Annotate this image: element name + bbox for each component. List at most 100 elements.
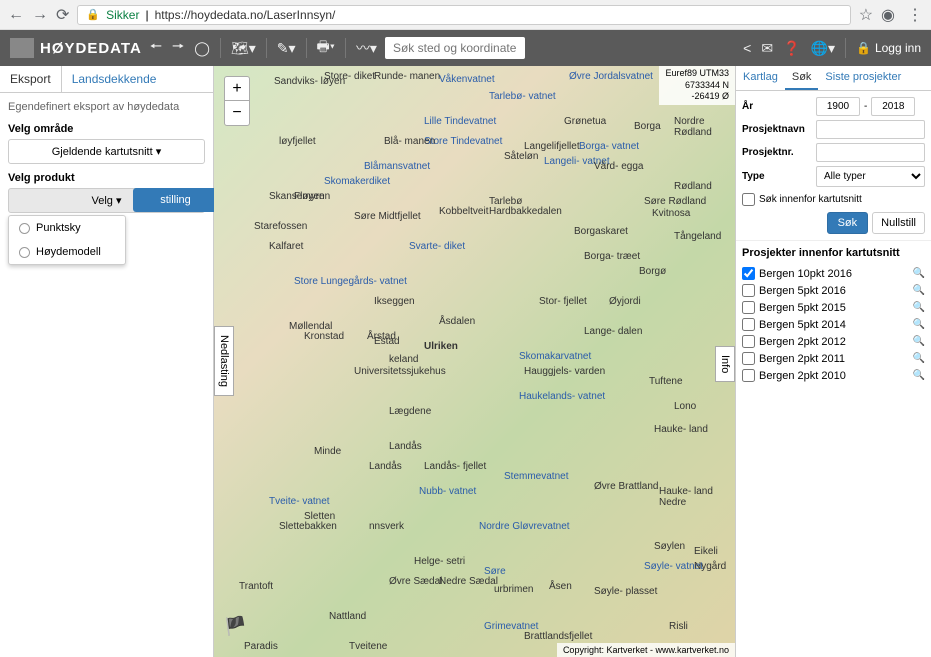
mail-icon[interactable]: ✉ bbox=[761, 40, 773, 57]
print-icon[interactable]: 🖶▾ bbox=[317, 36, 335, 60]
sok-innenfor-label: Søk innenfor kartutsnitt bbox=[759, 194, 862, 205]
tab-sok[interactable]: Søk bbox=[785, 66, 819, 90]
share-icon[interactable]: < bbox=[743, 40, 751, 56]
map-label: Nedre Sædal bbox=[439, 576, 498, 587]
project-checkbox[interactable] bbox=[742, 301, 755, 314]
bestilling-button[interactable]: stilling bbox=[133, 188, 218, 212]
url-bar[interactable]: 🔒 Sikker | https://hoydedata.no/LaserInn… bbox=[77, 5, 850, 25]
option-hoydemodell[interactable]: Høydemodell bbox=[9, 240, 125, 264]
zoom-in-button[interactable]: + bbox=[225, 77, 249, 101]
project-item[interactable]: Bergen 5pkt 2015🔍 bbox=[742, 299, 925, 316]
url-text: https://hoydedata.no/LaserInnsyn/ bbox=[155, 8, 336, 22]
map-label: løyfjellet bbox=[279, 136, 316, 147]
project-item[interactable]: Bergen 5pkt 2016 🔍 bbox=[742, 282, 925, 299]
info-tab[interactable]: Info bbox=[715, 346, 735, 382]
star-icon[interactable]: ☆ bbox=[859, 5, 873, 25]
tab-landsdekkende[interactable]: Landsdekkende bbox=[62, 66, 167, 92]
target-icon[interactable]: ◯ bbox=[194, 40, 210, 57]
globe-icon[interactable]: 🌐▾ bbox=[811, 40, 835, 57]
map-label: Øyjordi bbox=[609, 296, 641, 307]
map-label: Estad bbox=[374, 336, 400, 347]
map-label: nnsverk bbox=[369, 521, 404, 532]
map-label: Sletten bbox=[304, 511, 335, 522]
map-label: Lono bbox=[674, 401, 696, 412]
coord-north: 6733344 N bbox=[665, 80, 729, 92]
zoom-to-icon[interactable]: 🔍 bbox=[913, 285, 925, 296]
back-icon[interactable]: ← bbox=[8, 6, 24, 24]
project-checkbox[interactable] bbox=[742, 335, 755, 348]
map-label: Minde bbox=[314, 446, 341, 457]
zoom-to-icon[interactable]: 🔍 bbox=[913, 353, 925, 364]
project-checkbox[interactable] bbox=[742, 284, 755, 297]
prosjektnavn-input[interactable] bbox=[816, 120, 925, 139]
draw-icon[interactable]: ✎▾ bbox=[277, 40, 296, 57]
year-to-input[interactable] bbox=[871, 97, 915, 116]
help-icon[interactable]: ❓ bbox=[783, 40, 800, 57]
map-label: Øvre Brattland bbox=[594, 481, 658, 492]
separator bbox=[345, 38, 346, 58]
project-checkbox[interactable] bbox=[742, 352, 755, 365]
type-select[interactable]: Alle typer bbox=[816, 166, 925, 187]
zoom-to-icon[interactable]: 🔍 bbox=[913, 370, 925, 381]
left-panel: Eksport Landsdekkende Egendefinert ekspo… bbox=[0, 66, 214, 657]
map-label: Møllendal bbox=[289, 321, 332, 332]
map-label: Runde- manen bbox=[374, 71, 440, 82]
label-velg-omrade: Velg område bbox=[8, 123, 205, 135]
tab-siste[interactable]: Siste prosjekter bbox=[818, 66, 908, 90]
brand-logo[interactable]: HØYDEDATA bbox=[10, 38, 142, 58]
logo-icon bbox=[10, 38, 34, 58]
project-checkbox[interactable] bbox=[742, 369, 755, 382]
sok-button[interactable]: Søk bbox=[827, 212, 869, 234]
map-label: Langeli- vatnet bbox=[544, 156, 610, 167]
extension-icon[interactable]: ◉ bbox=[881, 5, 895, 25]
zoom-to-icon[interactable]: 🔍 bbox=[913, 336, 925, 347]
sok-innenfor-checkbox[interactable] bbox=[742, 193, 755, 206]
map-label: Tarlebø bbox=[489, 196, 522, 207]
reload-icon[interactable]: ⟳ bbox=[56, 5, 69, 25]
search-input[interactable] bbox=[385, 37, 525, 59]
login-button[interactable]: 🔒 Logg inn bbox=[856, 41, 921, 55]
arrow-right-icon[interactable]: 🠖 bbox=[172, 36, 184, 60]
project-item[interactable]: Bergen 2pkt 2010🔍 bbox=[742, 367, 925, 384]
map-label: Kvitnosa bbox=[652, 208, 690, 219]
area-select[interactable]: Gjeldende kartutsnitt ▾ bbox=[8, 139, 205, 164]
map-label: Kronstad bbox=[304, 331, 344, 342]
zoom-to-icon[interactable]: 🔍 bbox=[913, 319, 925, 330]
map-label: Ikseggen bbox=[374, 296, 415, 307]
map-label: Nordre Gløvrevatnet bbox=[479, 521, 570, 532]
zoom-to-icon[interactable]: 🔍 bbox=[913, 302, 925, 313]
layers-icon[interactable]: 🗺▾ bbox=[231, 40, 256, 57]
project-item[interactable]: Bergen 2pkt 2012🔍 bbox=[742, 333, 925, 350]
right-tabs: Kartlag Søk Siste prosjekter bbox=[736, 66, 931, 91]
project-item[interactable]: Bergen 10pkt 2016🔍 bbox=[742, 265, 925, 282]
forward-icon[interactable]: → bbox=[32, 6, 48, 24]
tab-kartlag[interactable]: Kartlag bbox=[736, 66, 785, 90]
project-checkbox[interactable] bbox=[742, 318, 755, 331]
project-list: Bergen 10pkt 2016🔍Bergen 5pkt 2016🔍Berge… bbox=[736, 265, 931, 384]
nedlasting-tab[interactable]: Nedlasting bbox=[214, 326, 234, 396]
project-checkbox[interactable] bbox=[742, 267, 755, 280]
map-label: Lange- dalen bbox=[584, 326, 642, 337]
tab-eksport[interactable]: Eksport bbox=[0, 66, 62, 92]
separator bbox=[220, 38, 221, 58]
map-label: Landås bbox=[369, 461, 402, 472]
label-ar: År bbox=[742, 101, 812, 112]
project-item[interactable]: Bergen 5pkt 2014🔍 bbox=[742, 316, 925, 333]
map-canvas[interactable]: + − Nedlasting Info Euref89 UTM33 673334… bbox=[214, 66, 735, 657]
radio-icon bbox=[19, 223, 30, 234]
option-punktsky[interactable]: Punktsky bbox=[9, 216, 125, 240]
project-item[interactable]: Bergen 2pkt 2011🔍 bbox=[742, 350, 925, 367]
prosjektnr-input[interactable] bbox=[816, 143, 925, 162]
map-label: Åsdalen bbox=[439, 316, 475, 327]
year-from-input[interactable] bbox=[816, 97, 860, 116]
zoom-to-icon[interactable]: 🔍 bbox=[913, 268, 925, 279]
map-label: Landås bbox=[389, 441, 422, 452]
zoom-out-button[interactable]: − bbox=[225, 101, 249, 125]
arrow-left-icon[interactable]: 🠔 bbox=[150, 36, 162, 60]
nullstill-button[interactable]: Nullstill bbox=[872, 212, 925, 234]
map-label: Landås- fjellet bbox=[424, 461, 486, 472]
menu-icon[interactable]: ⋮ bbox=[907, 5, 923, 25]
map-label: Hardbakkedalen bbox=[489, 206, 562, 217]
profile-icon[interactable]: 〰▾ bbox=[356, 38, 377, 58]
project-name: Bergen 5pkt 2016 bbox=[759, 285, 846, 297]
